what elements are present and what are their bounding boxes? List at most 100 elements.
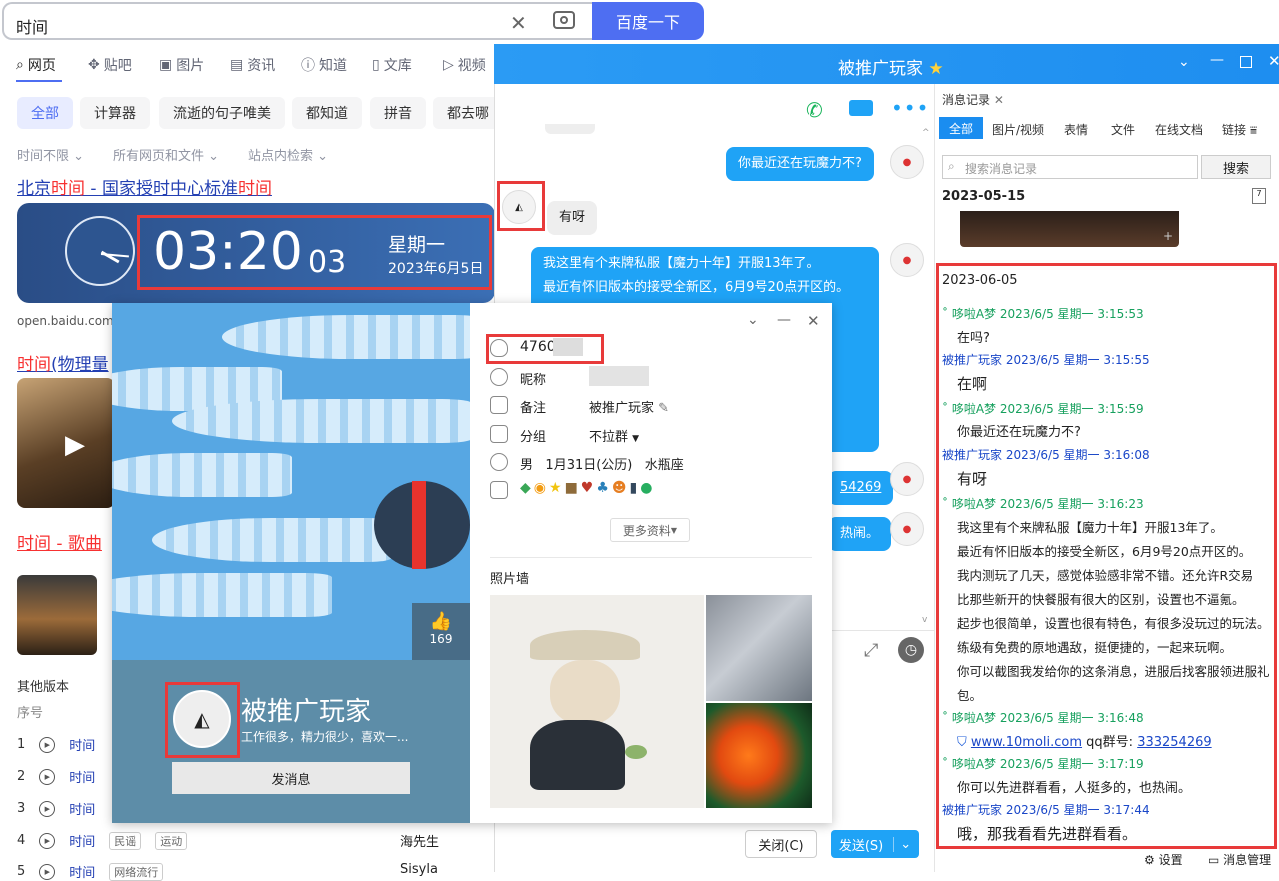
history-filter-file[interactable]: 文件 bbox=[1111, 121, 1135, 138]
play-icon[interactable]: ▶ bbox=[39, 768, 56, 785]
msg-meta: 被推广玩家 2023/6/5 星期一 3:17:44 bbox=[942, 803, 1150, 817]
badge-icon bbox=[490, 481, 508, 499]
photo-goldfish[interactable] bbox=[706, 703, 812, 808]
history-filter-emoji[interactable]: 表情 bbox=[1064, 121, 1088, 138]
chip-calculator[interactable]: 计算器 bbox=[80, 97, 150, 129]
tab-wenku[interactable]: ▯ 文库 bbox=[372, 55, 412, 75]
msg-text: 在吗? bbox=[957, 331, 990, 346]
scroll-down-icon[interactable]: v bbox=[922, 615, 927, 625]
expand-icon[interactable]: ⤢ bbox=[864, 640, 878, 661]
chip-sentences[interactable]: 流逝的句子唯美 bbox=[159, 97, 285, 129]
settings-button[interactable]: ⚙ 设置 bbox=[1144, 851, 1183, 868]
chip-pinyin[interactable]: 拼音 bbox=[370, 97, 426, 129]
other-versions-label: 其他版本 bbox=[17, 680, 70, 695]
play-icon[interactable]: ▶ bbox=[39, 832, 56, 849]
result-title-1[interactable]: 北京时间 - 国家授时中心标准时间 bbox=[17, 174, 272, 199]
question-icon: ⓘ bbox=[301, 58, 315, 74]
result-title-2[interactable]: 时间(物理量 bbox=[17, 350, 109, 375]
history-date: 2023-05-15 bbox=[942, 189, 1026, 204]
play-icon[interactable]: ▶ bbox=[39, 736, 56, 753]
history-filter-link[interactable]: 链接 ⩸ bbox=[1222, 121, 1257, 138]
history-image[interactable]: + bbox=[960, 211, 1179, 247]
history-tab[interactable]: 消息记录 ✕ bbox=[942, 91, 1004, 108]
history-search-input[interactable]: ⌕ 搜索消息记录 bbox=[942, 155, 1198, 179]
highlight-box-profile-avatar bbox=[165, 682, 240, 758]
tab-zhidao[interactable]: ⓘ 知道 bbox=[301, 55, 347, 75]
chip-all[interactable]: 全部 bbox=[17, 97, 73, 129]
play-icon[interactable]: ▶ bbox=[39, 800, 56, 817]
avatar-me[interactable]: ● bbox=[890, 145, 924, 179]
result-title-3[interactable]: 时间 - 歌曲 bbox=[17, 529, 102, 554]
close-chat-button[interactable]: 关闭(C) bbox=[745, 830, 817, 858]
history-filter-all[interactable]: 全部 bbox=[939, 117, 983, 139]
note-icon bbox=[490, 396, 508, 414]
camera-icon[interactable] bbox=[553, 11, 575, 29]
clear-icon[interactable]: ✕ bbox=[510, 11, 527, 35]
search-query[interactable]: 时间 bbox=[16, 14, 48, 38]
caret-down-icon: ▼ bbox=[632, 434, 640, 444]
chevron-down-icon[interactable]: ⌄ bbox=[1178, 54, 1190, 70]
song-row[interactable]: 2 ▶ 时间 bbox=[17, 767, 95, 786]
note-value[interactable]: 被推广玩家 ✎ bbox=[589, 397, 669, 416]
song-cover[interactable] bbox=[17, 575, 97, 655]
chip-where[interactable]: 都去哪 bbox=[433, 97, 503, 129]
video-thumbnail[interactable]: ▶ bbox=[17, 378, 115, 508]
phone-icon[interactable]: ✆ bbox=[806, 98, 823, 122]
profile-signature: 工作很多，精力很少，喜欢一... bbox=[241, 730, 409, 744]
chevron-down-icon[interactable]: ⌄ bbox=[747, 312, 759, 328]
filter-files[interactable]: 所有网页和文件 ⌄ bbox=[113, 145, 219, 164]
tab-web[interactable]: ⌕ 网页 bbox=[16, 55, 56, 75]
seq-header: 序号 bbox=[17, 706, 44, 721]
thumbs-up-icon: 👍 bbox=[429, 611, 453, 632]
close-icon[interactable]: ✕ bbox=[807, 312, 820, 330]
send-button[interactable]: 发送(S) ⌄ bbox=[831, 830, 919, 858]
like-button[interactable]: 👍 169 bbox=[412, 603, 470, 661]
chat-bubble-them: 有呀 bbox=[547, 201, 598, 235]
photo-cat[interactable] bbox=[706, 595, 812, 701]
chat-bubble-me[interactable]: 54269 bbox=[828, 471, 894, 505]
avatar-me[interactable]: ● bbox=[890, 243, 924, 277]
song-row[interactable]: 4 ▶ 时间 民谣 运动 bbox=[17, 831, 188, 850]
profile-name: 被推广玩家 bbox=[241, 697, 372, 727]
filter-site[interactable]: 站点内检索 ⌄ bbox=[248, 145, 328, 164]
song-row[interactable]: 1 ▶ 时间 bbox=[17, 735, 95, 754]
minimize-icon[interactable]: — bbox=[1210, 52, 1224, 68]
group-select[interactable]: 不拉群 ▼ bbox=[589, 426, 639, 445]
history-filter-doc[interactable]: 在线文档 bbox=[1155, 121, 1203, 138]
tab-images[interactable]: ▣ 图片 bbox=[159, 55, 204, 75]
history-filter-media[interactable]: 图片/视频 bbox=[992, 121, 1044, 138]
chip-zhidao[interactable]: 都知道 bbox=[292, 97, 362, 129]
send-message-button[interactable]: 发消息 bbox=[172, 762, 410, 794]
gear-icon: ⚙ bbox=[1144, 853, 1155, 867]
nick-label: 昵称 bbox=[520, 373, 547, 388]
badge-icons[interactable]: ◆◉★■♥♣☻▮● bbox=[520, 480, 655, 496]
tab-video[interactable]: ▷ 视频 bbox=[443, 55, 486, 75]
more-icon[interactable]: ••• bbox=[891, 96, 929, 120]
close-icon[interactable]: ✕ bbox=[1268, 52, 1279, 70]
msg-text: 你可以先进群看看，人挺多的，也热闹。 bbox=[957, 781, 1192, 796]
search-input[interactable] bbox=[2, 2, 592, 40]
avatar-me[interactable]: ● bbox=[890, 512, 924, 546]
avatar-me[interactable]: ● bbox=[890, 462, 924, 496]
tab-news[interactable]: ▤ 资讯 bbox=[230, 55, 275, 75]
calendar-icon[interactable]: 7 bbox=[1252, 188, 1266, 204]
minimize-icon[interactable]: — bbox=[777, 312, 791, 328]
result-url-1[interactable]: open.baidu.com/ bbox=[17, 314, 118, 328]
scroll-up-icon[interactable]: ^ bbox=[922, 128, 930, 138]
search-button[interactable]: 百度一下 bbox=[592, 2, 704, 40]
video-call-icon[interactable] bbox=[849, 100, 873, 116]
more-info-button[interactable]: 更多资料 ▼ bbox=[610, 518, 690, 542]
profile-basic-info: 男 1月31日(公历) 水瓶座 bbox=[520, 458, 684, 473]
filter-time[interactable]: 时间不限 ⌄ bbox=[17, 145, 84, 164]
msg-text: 哦，那我看看先进群看看。 bbox=[957, 825, 1138, 843]
user-icon bbox=[490, 368, 508, 386]
song-row[interactable]: 3 ▶ 时间 bbox=[17, 799, 95, 818]
history-search-button[interactable]: 搜索 bbox=[1201, 155, 1271, 179]
tab-tieba[interactable]: ✥ 贴吧 bbox=[88, 55, 132, 75]
close-icon: ✕ bbox=[993, 93, 1004, 107]
message-manage-button[interactable]: ▭ 消息管理 bbox=[1208, 851, 1271, 868]
person-icon bbox=[490, 453, 508, 471]
photo-monk-drawing[interactable] bbox=[490, 595, 704, 808]
maximize-icon[interactable] bbox=[1240, 56, 1252, 68]
history-clock-icon[interactable]: ◷ bbox=[898, 637, 924, 663]
